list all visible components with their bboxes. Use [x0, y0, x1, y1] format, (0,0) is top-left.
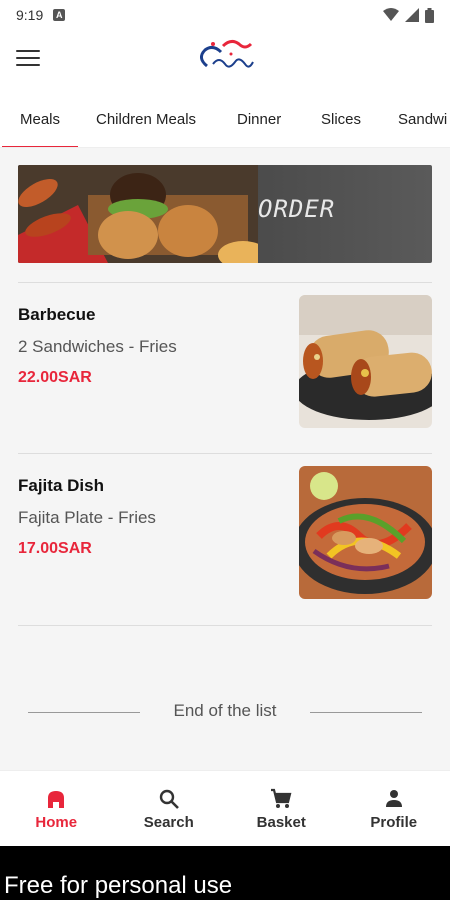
nav-home[interactable]: Home [0, 771, 113, 846]
meal-thumbnail [299, 295, 432, 428]
meal-item-fajita-dish[interactable]: Fajita Dish Fajita Plate - Fries 17.00SA… [18, 466, 432, 610]
category-tabs: Meals Children Meals Dinner Slices Sandw… [0, 92, 450, 148]
tab-slices[interactable]: Slices [321, 92, 361, 147]
nav-search[interactable]: Search [113, 771, 226, 846]
signal-icon [405, 8, 419, 22]
divider-line [310, 712, 422, 713]
tab-dinner[interactable]: Dinner [237, 92, 281, 147]
status-icons [383, 7, 434, 23]
nav-profile-label: Profile [370, 813, 418, 831]
home-icon [48, 790, 65, 808]
battery-icon [425, 7, 434, 23]
cart-icon [271, 788, 292, 808]
wifi-icon [383, 8, 399, 21]
app-bar [0, 30, 450, 92]
nav-home-label: Home [35, 813, 78, 831]
order-banner[interactable]: ORDER [18, 165, 432, 263]
divider [18, 282, 432, 283]
nav-basket-label: Basket [256, 813, 306, 831]
a-icon: A [53, 9, 66, 21]
watermark: Free for personal use [0, 846, 450, 900]
tab-sandwiches[interactable]: Sandwi [398, 92, 447, 147]
burger-banner-image [18, 165, 258, 263]
tab-children-meals[interactable]: Children Meals [96, 92, 196, 147]
crispy-logo [200, 39, 254, 68]
meal-list: ORDER Barbecue 2 Sandwiches - Fries 22.0… [0, 148, 450, 770]
divider [18, 625, 432, 626]
wrap-sandwich-image [299, 295, 432, 428]
meal-price: 22.00SAR [18, 369, 92, 386]
search-icon [159, 789, 179, 809]
divider [18, 453, 432, 454]
person-icon [385, 789, 402, 807]
meal-description: Fajita Plate - Fries [18, 508, 156, 527]
end-of-list-label: End of the list [173, 701, 277, 720]
status-bar: 9:19 A [0, 0, 450, 30]
bottom-nav: Home Search Basket Profile [0, 770, 450, 846]
meal-price: 17.00SAR [18, 540, 92, 557]
meal-thumbnail [299, 466, 432, 599]
meal-item-barbecue[interactable]: Barbecue 2 Sandwiches - Fries 22.00SAR [18, 295, 432, 439]
end-of-list: End of the list [0, 701, 450, 721]
fajita-plate-image [299, 466, 432, 599]
banner-text: ORDER [258, 195, 336, 223]
meal-description: 2 Sandwiches - Fries [18, 337, 177, 356]
nav-basket[interactable]: Basket [225, 771, 338, 846]
hamburger-icon[interactable] [16, 50, 40, 70]
meal-name: Barbecue [18, 305, 96, 324]
divider-line [28, 712, 140, 713]
tab-meals[interactable]: Meals [1, 92, 79, 147]
nav-search-label: Search [143, 813, 194, 831]
meal-name: Fajita Dish [18, 476, 104, 495]
nav-profile[interactable]: Profile [338, 771, 450, 846]
status-time: 9:19 [16, 7, 44, 23]
